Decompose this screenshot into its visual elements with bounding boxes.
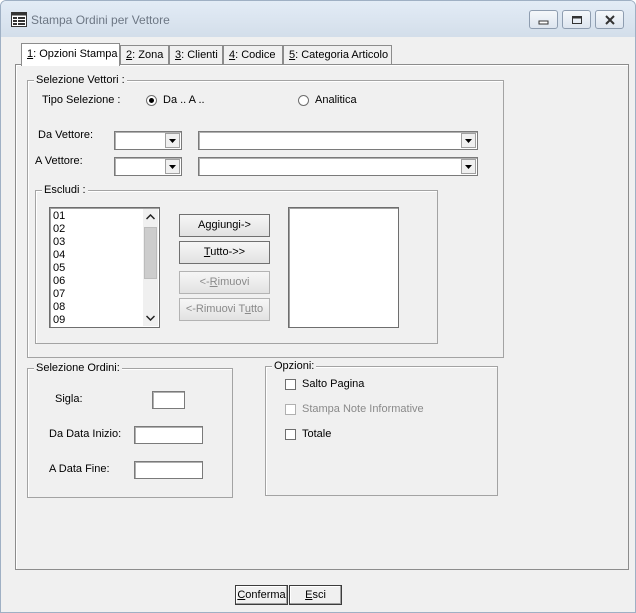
chevron-down-icon bbox=[465, 165, 472, 169]
totale-label[interactable]: Totale bbox=[302, 428, 331, 440]
tipo-selezione-label: Tipo Selezione : bbox=[42, 94, 121, 106]
chevron-down-icon bbox=[169, 165, 176, 169]
scrollbar-thumb[interactable] bbox=[144, 227, 157, 279]
da-data-inizio-input[interactable] bbox=[134, 426, 203, 444]
a-vettore-code-dropdown[interactable] bbox=[165, 159, 180, 174]
chevron-down-icon[interactable] bbox=[146, 315, 155, 321]
da-vettore-desc-combo[interactable] bbox=[198, 131, 478, 150]
a-data-fine-label: A Data Fine: bbox=[49, 463, 110, 475]
sigla-label: Sigla: bbox=[55, 393, 83, 405]
maximize-button[interactable] bbox=[562, 10, 591, 29]
mnemonic: R bbox=[209, 276, 218, 288]
button-label: utto->> bbox=[210, 246, 246, 258]
button-label: <- bbox=[199, 276, 210, 288]
radio-analitica-label[interactable]: Analitica bbox=[315, 94, 357, 106]
da-vettore-code-combo[interactable] bbox=[114, 131, 182, 150]
tab-label: : Clienti bbox=[181, 49, 218, 61]
button-label: onferma bbox=[245, 589, 286, 601]
da-vettore-desc-dropdown[interactable] bbox=[461, 133, 476, 148]
a-vettore-desc-dropdown[interactable] bbox=[461, 159, 476, 174]
a-vettore-label: A Vettore: bbox=[35, 155, 83, 167]
form-window-icon bbox=[11, 12, 27, 27]
salto-pagina-label[interactable]: Salto Pagina bbox=[302, 378, 364, 390]
selezione-ordini-title: Selezione Ordini: bbox=[34, 362, 122, 374]
opzioni-group: Opzioni: Salto Pagina Stampa Note Inform… bbox=[265, 360, 498, 496]
sigla-input[interactable] bbox=[152, 391, 185, 409]
button-label: tto bbox=[250, 303, 264, 315]
a-vettore-desc-combo[interactable] bbox=[198, 157, 478, 176]
radio-da-a-label[interactable]: Da .. A .. bbox=[163, 94, 205, 106]
esci-button[interactable]: Esci bbox=[289, 585, 342, 605]
totale-checkbox[interactable] bbox=[285, 429, 296, 440]
button-label: imuovi bbox=[217, 276, 250, 288]
minimize-icon bbox=[538, 20, 549, 25]
rimuovi-button[interactable]: <-Rimuovi bbox=[179, 271, 270, 294]
tab-label: : Opzioni Stampa bbox=[33, 48, 118, 60]
minimize-button[interactable] bbox=[529, 10, 558, 29]
tab-label: : Zona bbox=[132, 49, 164, 61]
stampa-note-label[interactable]: Stampa Note Informative bbox=[302, 403, 424, 415]
radio-selected-dot bbox=[149, 98, 154, 103]
tab-opzioni-stampa[interactable]: 1: Opzioni Stampa bbox=[21, 43, 120, 66]
button-label: Aggiungi-> bbox=[198, 219, 251, 231]
selezione-vettori-title: Selezione Vettori : bbox=[34, 74, 127, 86]
tab-zona[interactable]: 2: Zona bbox=[120, 45, 169, 65]
close-button[interactable] bbox=[595, 10, 624, 29]
tab-panel-opzioni-stampa: Selezione Vettori : Tipo Selezione : Da … bbox=[15, 64, 629, 570]
radio-da-a[interactable] bbox=[146, 95, 157, 106]
chevron-down-icon bbox=[169, 139, 176, 143]
tab-label: : Codice bbox=[235, 49, 276, 61]
a-data-fine-input[interactable] bbox=[134, 461, 203, 479]
salto-pagina-checkbox[interactable] bbox=[285, 379, 296, 390]
selezione-ordini-group: Selezione Ordini: Sigla: Da Data Inizio:… bbox=[27, 362, 233, 498]
opzioni-title: Opzioni: bbox=[272, 360, 317, 372]
button-label: <-Rimuovi T bbox=[185, 303, 245, 315]
da-data-inizio-label: Da Data Inizio: bbox=[49, 428, 122, 440]
a-vettore-code-combo[interactable] bbox=[114, 157, 182, 176]
da-vettore-code-dropdown[interactable] bbox=[165, 133, 180, 148]
tab-codice[interactable]: 4: Codice bbox=[223, 45, 283, 65]
aggiungi-button[interactable]: Aggiungi-> bbox=[179, 214, 270, 237]
maximize-icon bbox=[572, 16, 582, 24]
stampa-note-checkbox[interactable] bbox=[285, 404, 296, 415]
close-icon bbox=[605, 15, 615, 25]
vettori-available-list[interactable]: 01 02 03 04 05 06 07 08 09 bbox=[49, 207, 160, 328]
da-vettore-label: Da Vettore: bbox=[38, 129, 94, 141]
chevron-down-icon bbox=[465, 139, 472, 143]
tab-label: : Categoria Articolo bbox=[295, 49, 389, 61]
vettori-excluded-list[interactable] bbox=[288, 207, 399, 328]
rimuovi-tutto-button[interactable]: <-Rimuovi Tutto bbox=[179, 298, 270, 321]
escludi-group: Escludi : 01 02 03 04 05 06 07 08 09 Agg… bbox=[35, 184, 438, 344]
button-label: sci bbox=[312, 589, 326, 601]
tab-clienti[interactable]: 3: Clienti bbox=[169, 45, 223, 65]
list-scrollbar[interactable] bbox=[143, 209, 158, 326]
escludi-title: Escludi : bbox=[42, 184, 88, 196]
radio-analitica[interactable] bbox=[298, 95, 309, 106]
app-window: Stampa Ordini per Vettore 1: Opzioni Sta… bbox=[0, 0, 636, 613]
conferma-button[interactable]: Conferma bbox=[235, 585, 288, 605]
tab-categoria-articolo[interactable]: 5: Categoria Articolo bbox=[283, 45, 392, 65]
window-title: Stampa Ordini per Vettore bbox=[31, 13, 170, 27]
tutto-button[interactable]: Tutto->> bbox=[179, 241, 270, 264]
chevron-up-icon[interactable] bbox=[146, 214, 155, 220]
title-bar[interactable]: Stampa Ordini per Vettore bbox=[1, 1, 635, 37]
selezione-vettori-group: Selezione Vettori : Tipo Selezione : Da … bbox=[27, 74, 504, 358]
